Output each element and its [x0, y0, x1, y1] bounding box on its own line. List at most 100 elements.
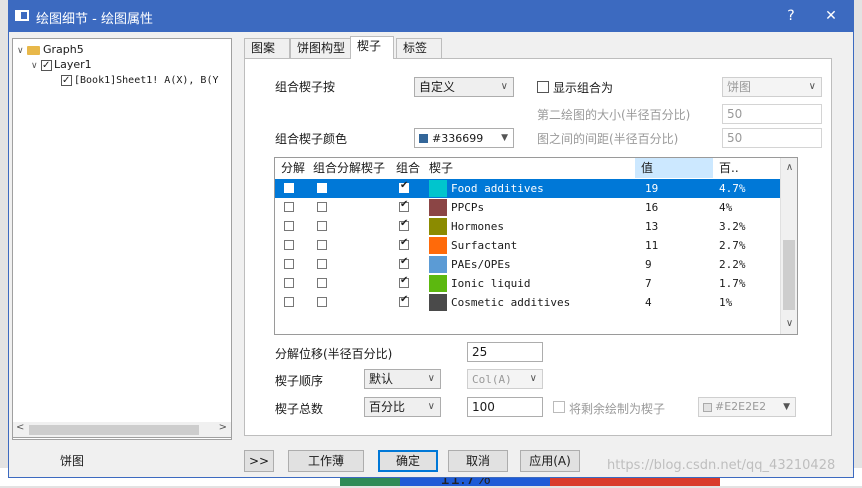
- wedge-color-swatch[interactable]: [429, 275, 447, 292]
- group-explode-checkbox[interactable]: [317, 183, 327, 193]
- explode-checkbox[interactable]: [284, 183, 294, 193]
- order-value: 默认: [369, 372, 394, 386]
- ok-button[interactable]: 确定: [378, 450, 438, 472]
- group-explode-checkbox[interactable]: [317, 240, 327, 250]
- scroll-right-icon[interactable]: >: [219, 422, 227, 433]
- triangle-down-icon: ▼: [783, 402, 790, 412]
- group-explode-checkbox[interactable]: [317, 278, 327, 288]
- total-mode-select[interactable]: 百分比 ∨: [364, 397, 441, 417]
- wedge-name: Ionic liquid: [451, 277, 531, 290]
- offset-input[interactable]: 25: [467, 342, 543, 362]
- wedge-color-swatch[interactable]: [429, 218, 447, 235]
- show-group-checkbox[interactable]: [537, 81, 549, 93]
- table-row[interactable]: Hormones 13 3.2%: [275, 217, 781, 236]
- combine-checkbox[interactable]: [399, 180, 409, 193]
- order-column-select[interactable]: Col(A) ∨: [467, 369, 543, 389]
- remainder-checkbox[interactable]: [553, 401, 565, 413]
- combine-checkbox[interactable]: [399, 237, 409, 250]
- wedge-color-swatch[interactable]: [429, 256, 447, 273]
- wedge-color-swatch[interactable]: [429, 237, 447, 254]
- col-header-wedge[interactable]: 楔子: [429, 158, 453, 178]
- table-row[interactable]: Cosmetic additives 4 1%: [275, 293, 781, 312]
- combine-checkbox[interactable]: [399, 294, 409, 307]
- table-row[interactable]: Ionic liquid 7 1.7%: [275, 274, 781, 293]
- wedge-color-swatch[interactable]: [429, 180, 447, 197]
- col-header-explode[interactable]: 分解: [281, 158, 305, 178]
- group-explode-checkbox[interactable]: [317, 297, 327, 307]
- show-group-select[interactable]: 饼图 ∨: [722, 77, 822, 97]
- tab-pie-geometry[interactable]: 饼图构型: [290, 38, 352, 58]
- chevron-down-icon[interactable]: ∨: [31, 59, 41, 74]
- scroll-up-icon[interactable]: ∧: [781, 160, 797, 176]
- group-by-value: 自定义: [419, 80, 456, 94]
- combine-checkbox[interactable]: [399, 199, 409, 212]
- object-tree[interactable]: ∨Graph5 ∨Layer1 [Book1]Sheet1! A(X), B(Y: [12, 38, 232, 440]
- wedge-name: Surfactant: [451, 239, 518, 252]
- apply-button[interactable]: 应用(A): [520, 450, 580, 472]
- table-row[interactable]: Food additives 19 4.7%: [275, 179, 781, 198]
- help-button[interactable]: ?: [776, 5, 806, 27]
- col-header-value[interactable]: 值: [635, 158, 713, 178]
- table-row[interactable]: Surfactant 11 2.7%: [275, 236, 781, 255]
- workbook-button[interactable]: 工作薄: [288, 450, 364, 472]
- group-explode-checkbox[interactable]: [317, 259, 327, 269]
- table-row[interactable]: PPCPs 16 4%: [275, 198, 781, 217]
- plot-checkbox[interactable]: [61, 73, 72, 88]
- wedge-color-swatch[interactable]: [429, 294, 447, 311]
- wedge-value: 9: [645, 258, 652, 271]
- grid-vscrollbar[interactable]: ∧ ∨: [780, 158, 797, 334]
- group-by-select[interactable]: 自定义 ∨: [414, 77, 514, 97]
- group-explode-checkbox[interactable]: [317, 202, 327, 212]
- explode-checkbox[interactable]: [284, 221, 294, 231]
- explode-checkbox[interactable]: [284, 240, 294, 250]
- explode-checkbox[interactable]: [284, 202, 294, 212]
- tree-hscrollbar[interactable]: < >: [12, 422, 232, 438]
- explode-checkbox[interactable]: [284, 278, 294, 288]
- group-color-select[interactable]: #336699 ▼: [414, 128, 514, 148]
- table-row[interactable]: PAEs/OPEs 9 2.2%: [275, 255, 781, 274]
- expand-button[interactable]: >>: [244, 450, 274, 472]
- tab-labels[interactable]: 标签: [396, 38, 442, 58]
- combine-checkbox[interactable]: [399, 256, 409, 269]
- total-label: 楔子总数: [275, 402, 324, 416]
- tree-item-layer[interactable]: ∨ Layer1: [31, 57, 92, 74]
- explode-checkbox[interactable]: [284, 259, 294, 269]
- second-size-input[interactable]: 50: [722, 104, 822, 124]
- layer-checkbox[interactable]: [41, 58, 52, 73]
- wedge-grid[interactable]: 分解 组合分解楔子 组合 楔子 值 百.. Food additives 19 4.…: [274, 157, 798, 335]
- chevron-down-icon: ∨: [529, 373, 537, 384]
- tab-pattern[interactable]: 图案: [244, 38, 290, 58]
- group-explode-checkbox[interactable]: [317, 221, 327, 231]
- gap-input[interactable]: 50: [722, 128, 822, 148]
- scroll-thumb[interactable]: [783, 240, 795, 310]
- combine-checkbox[interactable]: [399, 275, 409, 288]
- tree-item-graph[interactable]: ∨ Graph5: [17, 42, 84, 57]
- cancel-button[interactable]: 取消: [448, 450, 508, 472]
- col-header-group-explode[interactable]: 组合分解楔子: [313, 158, 385, 178]
- wedge-value: 19: [645, 182, 659, 195]
- total-input[interactable]: 100: [467, 397, 543, 417]
- remainder-color-select[interactable]: #E2E2E2 ▼: [698, 397, 796, 417]
- close-button[interactable]: ✕: [816, 5, 846, 27]
- tree-item-plot[interactable]: [Book1]Sheet1! A(X), B(Y: [61, 72, 219, 88]
- remainder-color-value: #E2E2E2: [715, 400, 767, 413]
- wedge-percent: 3.2%: [719, 220, 746, 233]
- scroll-down-icon[interactable]: ∨: [781, 316, 797, 332]
- chevron-down-icon: ∨: [427, 401, 435, 412]
- tab-wedges[interactable]: 楔子: [350, 36, 394, 59]
- wedge-name: PAEs/OPEs: [451, 258, 511, 271]
- wedge-name: Cosmetic additives: [451, 296, 571, 309]
- tree-graph-label: Graph5: [43, 43, 84, 56]
- scroll-left-icon[interactable]: <: [16, 422, 24, 433]
- wedge-value: 16: [645, 201, 659, 214]
- order-select[interactable]: 默认 ∨: [364, 369, 441, 389]
- wedge-color-swatch[interactable]: [429, 199, 447, 216]
- col-header-combine[interactable]: 组合: [396, 158, 420, 178]
- explode-checkbox[interactable]: [284, 297, 294, 307]
- wedge-percent: 4.7%: [719, 182, 746, 195]
- col-header-percent[interactable]: 百..: [719, 158, 739, 178]
- combine-checkbox[interactable]: [399, 218, 409, 231]
- wedge-percent: 2.7%: [719, 239, 746, 252]
- scroll-thumb[interactable]: [29, 425, 199, 435]
- chevron-down-icon[interactable]: ∨: [17, 44, 27, 59]
